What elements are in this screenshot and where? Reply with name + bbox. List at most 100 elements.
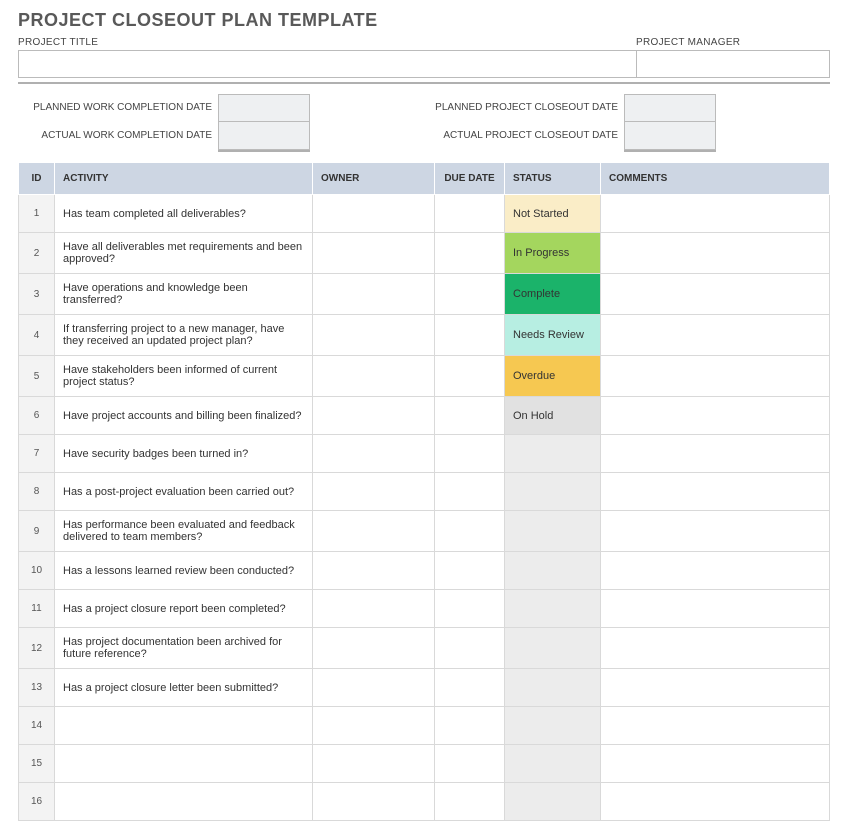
row-due-date[interactable] <box>435 315 505 356</box>
row-comments[interactable] <box>601 628 830 669</box>
row-comments[interactable] <box>601 745 830 783</box>
row-due-date[interactable] <box>435 511 505 552</box>
row-activity[interactable]: Have all deliverables met requirements a… <box>55 233 313 274</box>
row-due-date[interactable] <box>435 590 505 628</box>
row-status[interactable]: Complete <box>505 274 601 315</box>
row-comments[interactable] <box>601 669 830 707</box>
row-comments[interactable] <box>601 233 830 274</box>
row-activity[interactable]: Has a lessons learned review been conduc… <box>55 552 313 590</box>
row-status[interactable]: On Hold <box>505 397 601 435</box>
row-comments[interactable] <box>601 783 830 821</box>
row-status[interactable]: Overdue <box>505 356 601 397</box>
row-owner[interactable] <box>313 590 435 628</box>
row-status[interactable] <box>505 628 601 669</box>
row-owner[interactable] <box>313 511 435 552</box>
row-activity[interactable]: Has a post-project evaluation been carri… <box>55 473 313 511</box>
planned-work-date-input[interactable] <box>218 94 310 122</box>
row-due-date[interactable] <box>435 628 505 669</box>
status-chip[interactable]: Overdue <box>505 356 600 396</box>
row-status[interactable] <box>505 552 601 590</box>
status-chip[interactable]: Complete <box>505 274 600 314</box>
row-status[interactable]: In Progress <box>505 233 601 274</box>
row-due-date[interactable] <box>435 783 505 821</box>
row-owner[interactable] <box>313 669 435 707</box>
row-owner[interactable] <box>313 628 435 669</box>
row-due-date[interactable] <box>435 397 505 435</box>
project-manager-input[interactable] <box>636 50 830 78</box>
status-chip[interactable] <box>505 707 600 744</box>
row-status[interactable]: Needs Review <box>505 315 601 356</box>
row-owner[interactable] <box>313 233 435 274</box>
row-due-date[interactable] <box>435 233 505 274</box>
row-due-date[interactable] <box>435 356 505 397</box>
row-comments[interactable] <box>601 274 830 315</box>
row-due-date[interactable] <box>435 435 505 473</box>
row-status[interactable] <box>505 783 601 821</box>
row-activity[interactable]: Has performance been evaluated and feedb… <box>55 511 313 552</box>
status-chip[interactable] <box>505 783 600 820</box>
row-owner[interactable] <box>313 195 435 233</box>
row-due-date[interactable] <box>435 552 505 590</box>
actual-work-date-input[interactable] <box>218 122 310 150</box>
status-chip[interactable] <box>505 473 600 510</box>
actual-project-date-input[interactable] <box>624 122 716 150</box>
row-owner[interactable] <box>313 315 435 356</box>
status-chip[interactable] <box>505 511 600 551</box>
status-chip[interactable] <box>505 552 600 589</box>
status-chip[interactable]: Not Started <box>505 195 600 232</box>
status-chip[interactable]: In Progress <box>505 233 600 273</box>
row-owner[interactable] <box>313 435 435 473</box>
row-status[interactable] <box>505 707 601 745</box>
row-activity[interactable]: Has a project closure letter been submit… <box>55 669 313 707</box>
row-comments[interactable] <box>601 473 830 511</box>
row-due-date[interactable] <box>435 195 505 233</box>
status-chip[interactable] <box>505 669 600 706</box>
planned-project-date-input[interactable] <box>624 94 716 122</box>
row-owner[interactable] <box>313 274 435 315</box>
row-comments[interactable] <box>601 356 830 397</box>
row-activity[interactable]: Has team completed all deliverables? <box>55 195 313 233</box>
row-status[interactable] <box>505 669 601 707</box>
row-comments[interactable] <box>601 511 830 552</box>
row-comments[interactable] <box>601 707 830 745</box>
row-status[interactable] <box>505 473 601 511</box>
row-activity[interactable]: Have stakeholders been informed of curre… <box>55 356 313 397</box>
status-chip[interactable] <box>505 590 600 627</box>
row-due-date[interactable] <box>435 707 505 745</box>
row-comments[interactable] <box>601 590 830 628</box>
row-owner[interactable] <box>313 397 435 435</box>
row-due-date[interactable] <box>435 745 505 783</box>
status-chip[interactable]: On Hold <box>505 397 600 434</box>
row-activity[interactable]: Has project documentation been archived … <box>55 628 313 669</box>
row-activity[interactable]: If transferring project to a new manager… <box>55 315 313 356</box>
row-status[interactable]: Not Started <box>505 195 601 233</box>
row-comments[interactable] <box>601 315 830 356</box>
row-activity[interactable]: Have project accounts and billing been f… <box>55 397 313 435</box>
status-chip[interactable] <box>505 628 600 668</box>
row-due-date[interactable] <box>435 669 505 707</box>
project-title-input[interactable] <box>18 50 636 78</box>
row-comments[interactable] <box>601 552 830 590</box>
row-owner[interactable] <box>313 745 435 783</box>
row-activity[interactable]: Has a project closure report been comple… <box>55 590 313 628</box>
row-comments[interactable] <box>601 195 830 233</box>
row-owner[interactable] <box>313 783 435 821</box>
row-activity[interactable]: Have operations and knowledge been trans… <box>55 274 313 315</box>
row-activity[interactable] <box>55 707 313 745</box>
row-due-date[interactable] <box>435 473 505 511</box>
row-activity[interactable] <box>55 745 313 783</box>
status-chip[interactable]: Needs Review <box>505 315 600 355</box>
row-status[interactable] <box>505 435 601 473</box>
row-comments[interactable] <box>601 397 830 435</box>
row-activity[interactable]: Have security badges been turned in? <box>55 435 313 473</box>
row-owner[interactable] <box>313 707 435 745</box>
row-status[interactable] <box>505 745 601 783</box>
row-comments[interactable] <box>601 435 830 473</box>
status-chip[interactable] <box>505 435 600 472</box>
row-due-date[interactable] <box>435 274 505 315</box>
row-owner[interactable] <box>313 356 435 397</box>
row-status[interactable] <box>505 511 601 552</box>
row-owner[interactable] <box>313 473 435 511</box>
row-activity[interactable] <box>55 783 313 821</box>
row-status[interactable] <box>505 590 601 628</box>
